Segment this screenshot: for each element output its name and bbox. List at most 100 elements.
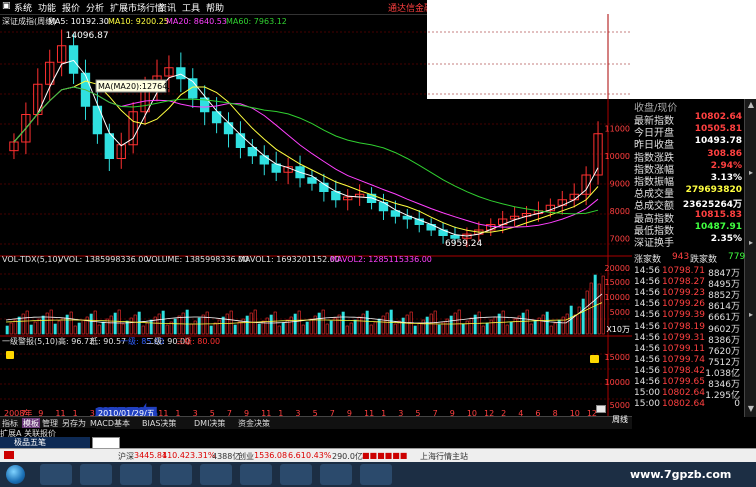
volume-bar (77, 322, 81, 335)
x-tick-label: 7 (433, 409, 438, 416)
right-scrollbar[interactable]: ▲ ▸ ▸ ▸ ▼ (744, 99, 756, 417)
menu-item-quote[interactable]: 报价 (62, 1, 80, 14)
date-cursor: 2010/01/29/五 (98, 409, 155, 416)
volume-bar (321, 309, 325, 335)
volume-bar (101, 321, 105, 335)
quote-value: 279693820 (685, 185, 742, 196)
volume-bar (573, 314, 577, 335)
volume-bar (237, 321, 241, 335)
volume-bar (225, 313, 229, 335)
volume-bar (565, 313, 569, 335)
quote-value: 10815.83 (694, 209, 742, 220)
volume-bar (197, 317, 201, 335)
volume-bar (545, 311, 549, 335)
volume-bar (577, 306, 581, 335)
menu-item-news[interactable]: 资讯 (158, 1, 176, 14)
menu-icon[interactable]: ▣ (2, 1, 11, 11)
volume-bar (493, 316, 497, 335)
menu-item-analysis[interactable]: 分析 (86, 1, 104, 14)
volume-bar (345, 325, 349, 335)
media-icon[interactable] (120, 464, 152, 485)
axis-labels: 14096.87 6959.24 MA(MA20):12764.84 11000 100… (4, 31, 630, 416)
menu-item-tools[interactable]: 工具 (182, 1, 200, 14)
volume-bar (205, 311, 209, 335)
volume-bar (149, 319, 153, 335)
quote-row: 总成交量 279693820 (632, 185, 744, 200)
x-tick-label: 7 (21, 409, 26, 416)
volume-bar (269, 314, 273, 335)
menu-item-ext-market[interactable]: 扩展市场行情 (110, 1, 164, 14)
sub-bar[interactable]: 扩展A 关联报价 (0, 428, 96, 438)
browser-icon[interactable] (160, 464, 192, 485)
menu-item-system[interactable]: 系统 (14, 1, 32, 14)
indicator-tab[interactable]: 资金决策 (238, 418, 270, 429)
tick-price: 10798.42 (662, 365, 705, 376)
scroll-right-icon-3[interactable]: ▸ (747, 311, 755, 319)
app-icon-2[interactable] (280, 464, 312, 485)
quote-row: 深证换手 2.35% (632, 234, 744, 249)
quote-value: 23625264万 (682, 200, 742, 211)
volume-bar (341, 311, 345, 335)
volume-bar (173, 318, 177, 335)
sh-label: 沪深 (118, 452, 134, 461)
tick-price: 10798.19 (662, 321, 705, 332)
volume-bar (549, 325, 553, 335)
volume-bar (41, 315, 45, 335)
scroll-up-icon[interactable]: ▲ (747, 101, 755, 109)
volume-bar (265, 317, 269, 335)
volume-bar (9, 322, 13, 335)
x-tick-label: 11 (55, 409, 65, 416)
volume-bar (357, 316, 361, 335)
candle-body (307, 177, 317, 184)
chart-area[interactable]: 14096.87 6959.24 MA(MA20):12764.84 11000 100… (0, 14, 632, 416)
quote-value: 2.94% (710, 160, 742, 171)
volume-bar (529, 323, 533, 335)
app-icon-4[interactable] (360, 464, 392, 485)
tick-time: 14:56 (634, 343, 660, 354)
scroll-down-icon[interactable]: ▼ (747, 405, 755, 413)
volume-bar (165, 324, 169, 335)
status-icon (4, 451, 14, 459)
cy-amount: 290.0亿 (332, 452, 363, 461)
cy-pct: 0.43% (306, 451, 332, 460)
volume-bar (129, 317, 133, 335)
menu-item-function[interactable]: 功能 (38, 1, 56, 14)
indicator-tab[interactable]: BIAS决策 (142, 418, 176, 429)
tick-time: 15:00 (634, 388, 660, 399)
ime-button[interactable]: 极品五笔 (0, 437, 90, 448)
volume-bar (509, 321, 513, 335)
volume-bar (69, 311, 73, 335)
volume-bar (209, 325, 213, 335)
folder-icon[interactable] (80, 464, 112, 485)
volume-bar (153, 316, 157, 335)
app-icon[interactable] (240, 464, 272, 485)
candle-body (223, 122, 234, 135)
x-tick-label: 3 (295, 409, 300, 416)
x-tick-label: 5 (415, 409, 420, 416)
app-icon-3[interactable] (320, 464, 352, 485)
period-tab[interactable]: 周线 (612, 414, 628, 425)
quote-row: 昨日收盘 10493.78 (632, 136, 744, 151)
minimize-icon[interactable] (596, 405, 606, 413)
window-icon[interactable] (200, 464, 232, 485)
ie-icon[interactable] (40, 464, 72, 485)
volume-bar (349, 322, 353, 335)
vol-legend-volume: VOLUME: 1385998336.00 (146, 255, 248, 264)
scroll-right-icon-2[interactable]: ▸ (747, 239, 755, 247)
volume-bar (421, 319, 425, 335)
server-name: 上海行情主站 (420, 452, 468, 461)
indicator-tab[interactable]: DMI决策 (194, 418, 225, 429)
quote-value: 10487.91 (694, 221, 742, 232)
volume-bar (393, 323, 397, 335)
scroll-right-icon[interactable]: ▸ (747, 169, 755, 177)
volume-bar (485, 322, 489, 335)
volume-bar (373, 321, 377, 335)
volume-bar (81, 319, 85, 335)
volume-bar (73, 325, 77, 335)
menu-item-help[interactable]: 帮助 (206, 1, 224, 14)
start-icon[interactable] (6, 465, 25, 484)
volume-bar (425, 316, 429, 335)
x-tick-label: 6 (535, 409, 540, 416)
volume-bar (297, 310, 301, 335)
chart-grid (0, 14, 632, 416)
